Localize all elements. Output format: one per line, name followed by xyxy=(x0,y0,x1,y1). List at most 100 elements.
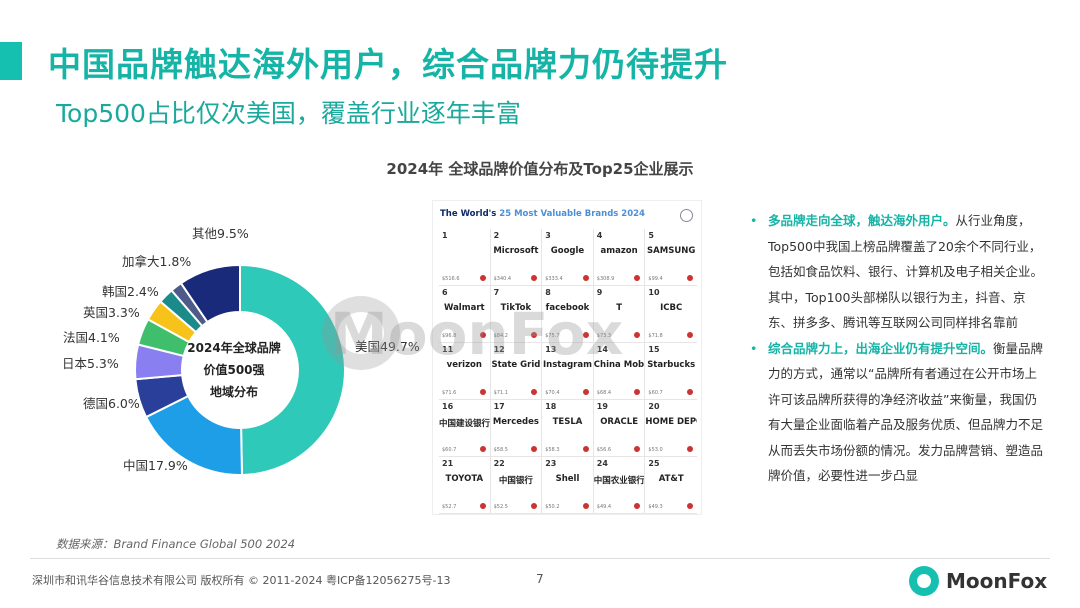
country-flag-icon xyxy=(479,503,486,509)
footer-divider xyxy=(30,558,1050,559)
bullet-item: • 多品牌走向全球，触达海外用户。从行业角度，Top500中我国上榜品牌覆盖了2… xyxy=(748,208,1048,336)
title-accent-bar xyxy=(0,42,22,80)
watermark-text: MoonFox xyxy=(330,300,624,368)
country-flag-icon xyxy=(634,503,641,509)
brand-rank: 19 xyxy=(596,402,608,411)
brand-value: $58.3 xyxy=(545,447,560,453)
brand-cell: 1 $516.6 xyxy=(439,229,491,286)
brand-cell: 5 SAMSUNG $99.4 xyxy=(645,229,697,286)
brand-value: $71.1 xyxy=(493,390,508,396)
brand-logo: 中国银行 xyxy=(498,476,533,486)
brand-value: $49.4 xyxy=(596,504,612,510)
brand-value: $71.8 xyxy=(648,333,663,339)
brand-rank: 15 xyxy=(648,345,660,354)
slice-label: 法国4.1% xyxy=(63,330,120,345)
copyright-text: 深圳市和讯华谷信息技术有限公司 版权所有 © 2011-2024 粤ICP备12… xyxy=(32,574,451,587)
country-flag-icon xyxy=(531,446,538,452)
slice-label: 韩国2.4% xyxy=(102,284,159,299)
country-flag-icon xyxy=(479,389,486,395)
country-flag-icon xyxy=(582,275,589,281)
brand-logo: AT&T xyxy=(658,474,684,484)
donut-center-label: 2024年全球品牌 xyxy=(187,340,280,355)
country-flag-icon xyxy=(686,389,693,395)
brand-value: $52.7 xyxy=(442,504,457,510)
page-number: 7 xyxy=(536,572,544,586)
country-flag-icon xyxy=(531,389,538,395)
brand-logo: ICBC xyxy=(660,303,683,313)
country-flag-icon xyxy=(582,389,589,395)
bullet-text: 从行业角度，Top500中我国上榜品牌覆盖了20余个不同行业，包括如食品饮料、银… xyxy=(768,213,1044,330)
brand-rank: 7 xyxy=(493,288,500,297)
brand-cell: 10 ICBC $71.8 xyxy=(645,286,697,343)
slice-label: 中国17.9% xyxy=(123,458,188,473)
bullet-dot-icon: • xyxy=(750,213,758,228)
brand-rank: 3 xyxy=(545,231,551,240)
brand-value: $49.3 xyxy=(648,504,663,510)
brand-rank: 23 xyxy=(545,459,557,468)
brand-value: $308.9 xyxy=(596,276,615,282)
brand-logo: amazon xyxy=(600,246,638,256)
brand-value: $56.6 xyxy=(596,447,612,453)
insight-bullets: • 多品牌走向全球，触达海外用户。从行业角度，Top500中我国上榜品牌覆盖了2… xyxy=(748,208,1048,489)
bullet-lead: 多品牌走向全球，触达海外用户。 xyxy=(768,213,956,228)
brands-grid: 1 $516.6 2 Microsoft $340.4 3 Google $333.4 4 ama… xyxy=(439,229,697,514)
brand-rank: 16 xyxy=(442,402,454,411)
brands-panel-title: The World's 25 Most Valuable Brands 2024 xyxy=(440,209,645,219)
slice-label: 英国3.3% xyxy=(83,305,140,320)
country-flag-icon xyxy=(582,503,589,509)
brand-cell: 18 TESLA $58.3 xyxy=(542,400,594,457)
brand-logo: Shell xyxy=(555,474,580,484)
brand-cell: 16 中国建设银行 $60.7 xyxy=(439,400,491,457)
country-flag-icon xyxy=(634,332,641,338)
moonfox-logo-icon xyxy=(909,566,939,596)
brand-rank: 24 xyxy=(596,459,608,468)
donut-center-label: 价值500强 xyxy=(203,362,264,377)
brand-rank: 2 xyxy=(493,231,500,240)
brand-rank: 6 xyxy=(442,288,448,297)
page-subtitle: Top500占比仅次美国，覆盖行业逐年丰富 xyxy=(56,99,521,128)
country-flag-icon xyxy=(479,446,486,452)
bullet-item: • 综合品牌力上，出海企业仍有提升空间。衡量品牌力的方式，通常以“品牌所有者通过… xyxy=(748,336,1048,489)
country-flag-icon xyxy=(634,389,641,395)
bullet-lead: 综合品牌力上，出海企业仍有提升空间。 xyxy=(768,340,994,356)
brand-rank: 9 xyxy=(596,288,603,297)
brand-value: $68.4 xyxy=(596,390,612,396)
country-flag-icon xyxy=(686,332,693,338)
brand-value: $333.4 xyxy=(545,276,563,282)
brand-value: $53.0 xyxy=(648,447,663,453)
page-title: 中国品牌触达海外用户，综合品牌力仍待提升 xyxy=(48,45,728,84)
brand-rank: 1 xyxy=(442,231,448,240)
slice-label: 日本5.3% xyxy=(62,356,119,371)
brand-rank: 22 xyxy=(493,459,505,468)
brand-cell: 2 Microsoft $340.4 xyxy=(490,229,543,286)
chart-title: 2024年 全球品牌价值分布及Top25企业展示 xyxy=(386,160,694,178)
brand-rank: 4 xyxy=(596,231,603,240)
slice-label: 德国6.0% xyxy=(83,396,140,411)
bullet-text: 衡量品牌力的方式，通常以“品牌所有者通过在公开市场上许可该品牌所获得的净经济收益… xyxy=(768,340,1044,484)
bullet-dot-icon: • xyxy=(750,340,758,356)
data-source: 数据来源：Brand Finance Global 500 2024 xyxy=(56,537,296,551)
brand-value: $58.5 xyxy=(493,447,508,453)
brand-finance-logo-icon xyxy=(680,209,693,222)
brand-logo: Microsoft xyxy=(493,246,539,256)
brand-value: $99.4 xyxy=(648,276,663,282)
country-flag-icon xyxy=(479,275,486,281)
brand-value: $60.7 xyxy=(442,447,457,453)
country-flag-icon xyxy=(582,446,589,452)
brand-cell: 3 Google $333.4 xyxy=(542,229,594,286)
brand-cell: 15 Starbucks $60.7 xyxy=(645,343,697,400)
brand-rank: 20 xyxy=(648,402,660,411)
brand-rank: 10 xyxy=(648,288,660,297)
brand-rank: 21 xyxy=(442,459,454,468)
brand-cell: 25 AT&T $49.3 xyxy=(645,457,697,514)
country-flag-icon xyxy=(531,275,538,281)
brand-value: $340.4 xyxy=(493,276,512,282)
brand-value: $70.4 xyxy=(545,390,560,396)
brand-logo: TOYOTA xyxy=(445,474,484,484)
brand-logo: HOME DEPOT xyxy=(645,417,697,427)
brand-logo: TESLA xyxy=(552,417,583,427)
brand-value: $50.2 xyxy=(545,504,560,510)
brand-cell: 4 amazon $308.9 xyxy=(593,229,646,286)
footer-brand-name: MoonFox xyxy=(946,569,1048,593)
donut-center-label: 地域分布 xyxy=(210,384,258,399)
